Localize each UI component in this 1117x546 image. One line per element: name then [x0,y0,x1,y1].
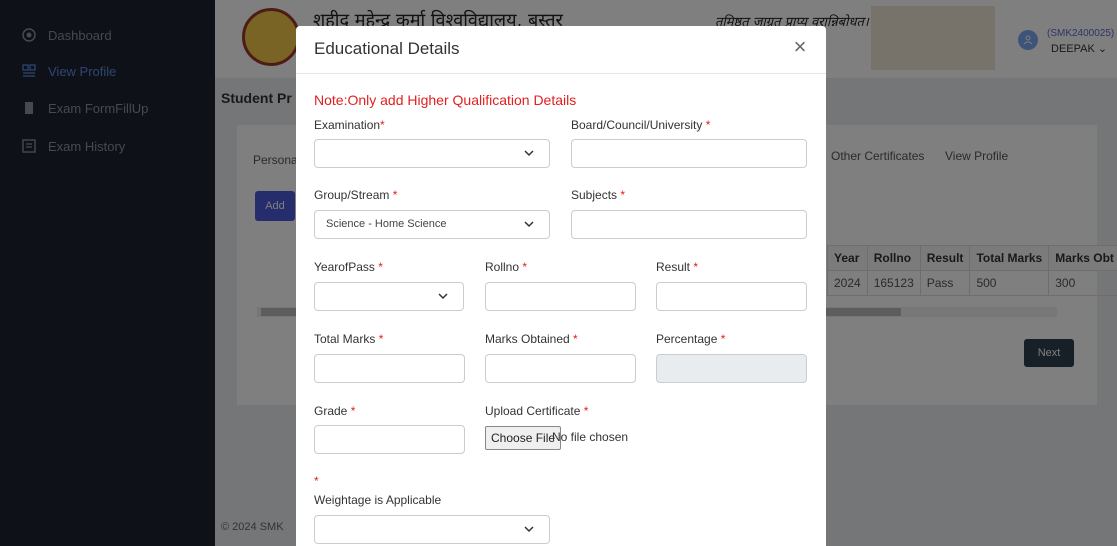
rollno-input[interactable] [485,282,636,311]
educational-details-modal: Educational Details × Note:Only add High… [296,26,826,546]
grade-input[interactable] [314,425,465,454]
subjects-input[interactable] [571,210,807,239]
group-stream-select[interactable]: Science - Home Science [314,210,550,239]
percentage-label: Percentage * [656,332,725,346]
examination-label: Examination* [314,118,385,132]
yearofpass-select[interactable] [314,282,464,311]
required-mark: * [392,188,398,202]
modal-title: Educational Details [314,39,460,58]
required-mark: * [522,260,528,274]
required-mark: * [314,474,319,488]
weightage-select[interactable] [314,515,550,544]
total-marks-input[interactable] [314,354,465,383]
label-text: Marks Obtained [485,332,570,346]
required-mark: * [378,332,384,346]
group-stream-value: Science - Home Science [326,218,447,230]
chevron-down-icon [523,147,535,159]
file-status: No file chosen [552,430,629,444]
board-label: Board/Council/University * [571,118,710,132]
required-mark: * [583,404,589,418]
marks-obtained-input[interactable] [485,354,636,383]
rollno-label: Rollno * [485,260,527,274]
label-text: Board/Council/University [571,118,703,132]
label-text: Subjects [571,188,618,202]
result-label: Result * [656,260,698,274]
qualification-note: Note:Only add Higher Qualification Detai… [314,92,577,108]
modal-header: Educational Details × [296,26,826,74]
marks-obtained-label: Marks Obtained * [485,332,578,346]
required-mark: * [573,332,578,346]
required-mark: * [378,260,383,274]
label-text: Total Marks [314,332,376,346]
close-icon[interactable]: × [790,36,810,58]
choose-file-button[interactable]: Choose File [485,426,562,450]
required-mark: * [705,118,711,132]
weightage-label: Weightage is Applicable [314,493,442,507]
upload-certificate-label: Upload Certificate * [485,404,588,418]
required-mark: * [350,404,356,418]
label-text: Result [656,260,691,274]
board-input[interactable] [571,139,807,168]
chevron-down-icon [523,523,535,535]
subjects-label: Subjects * [571,188,625,202]
label-text: Percentage [656,332,718,346]
label-text: Examination [314,118,381,132]
required-mark: * [380,118,385,132]
label-text: Group/Stream [314,188,390,202]
required-mark: * [620,188,626,202]
total-marks-label: Total Marks * [314,332,383,346]
chevron-down-icon [523,218,535,230]
grade-label: Grade * [314,404,355,418]
result-input[interactable] [656,282,807,311]
required-mark: * [720,332,726,346]
percentage-input [656,354,807,383]
label-text: Rollno [485,260,520,274]
label-text: YearofPass [314,260,375,274]
yearofpass-label: YearofPass * [314,260,383,274]
chevron-down-icon [437,290,449,302]
required-mark: * [693,260,699,274]
label-text: Grade [314,404,348,418]
examination-select[interactable] [314,139,550,168]
label-text: Upload Certificate [485,404,581,418]
group-label: Group/Stream * [314,188,397,202]
